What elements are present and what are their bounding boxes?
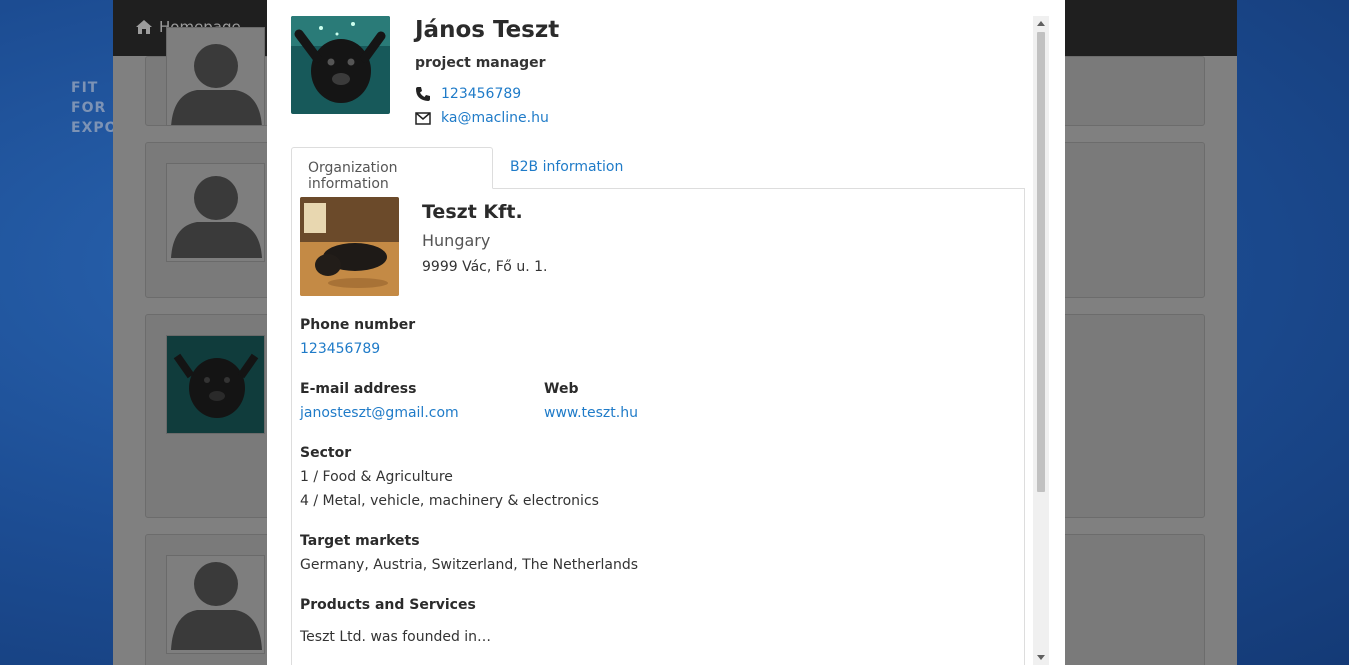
person-photo [291,16,390,114]
contact-email-row: ka@macline.hu [415,110,549,126]
avatar [166,555,265,654]
organization-photo [300,197,399,296]
envelope-icon [415,111,441,125]
target-markets-value: Germany, Austria, Switzerland, The Nethe… [300,557,638,573]
sector-item: 1 / Food & Agriculture [300,469,453,485]
user-silhouette-icon [171,176,262,258]
profile-modal: János Teszt project manager 123456789 ka… [267,0,1065,665]
person-phone-link[interactable]: 123456789 [441,86,521,102]
contact-phone-row: 123456789 [415,86,521,102]
organization-name: Teszt Kft. [422,201,523,223]
person-job-title: project manager [415,55,546,71]
person-email-link[interactable]: ka@macline.hu [441,110,549,126]
organization-address: 9999 Vác, Fő u. 1. [422,259,548,275]
person-name: János Teszt [415,17,560,43]
scroll-down-arrow-icon[interactable] [1037,655,1045,660]
scroll-up-arrow-icon[interactable] [1037,21,1045,26]
email-address-label: E-mail address [300,381,417,397]
tab-organization-information[interactable]: Organization information [291,147,493,192]
dog-photo [167,336,264,433]
tab-panel-organization: Teszt Kft. Hungary 9999 Vác, Fő u. 1. Ph… [291,188,1025,665]
avatar [166,27,265,126]
modal-scrollbar[interactable] [1033,16,1049,665]
products-services-label: Products and Services [300,597,476,613]
phone-number-label: Phone number [300,317,416,333]
user-silhouette-icon [171,562,262,650]
tab-b2b-information[interactable]: B2B information [494,147,639,189]
user-silhouette-icon [171,44,262,125]
phone-icon [415,86,441,102]
avatar [166,163,265,262]
sector-item: 4 / Metal, vehicle, machinery & electron… [300,493,599,509]
tab-bar: Organization information B2B information [291,147,1025,192]
organization-phone-link[interactable]: 123456789 [300,341,380,357]
target-markets-label: Target markets [300,533,420,549]
organization-country: Hungary [422,231,491,250]
avatar [166,335,265,434]
organization-email-link[interactable]: janosteszt@gmail.com [300,405,459,421]
products-services-value: Teszt Ltd. was founded in… [300,629,492,645]
scrollbar-thumb[interactable] [1037,32,1045,492]
sector-label: Sector [300,445,352,461]
organization-web-link[interactable]: www.teszt.hu [544,405,638,421]
home-icon [136,20,152,34]
web-label: Web [544,381,579,397]
